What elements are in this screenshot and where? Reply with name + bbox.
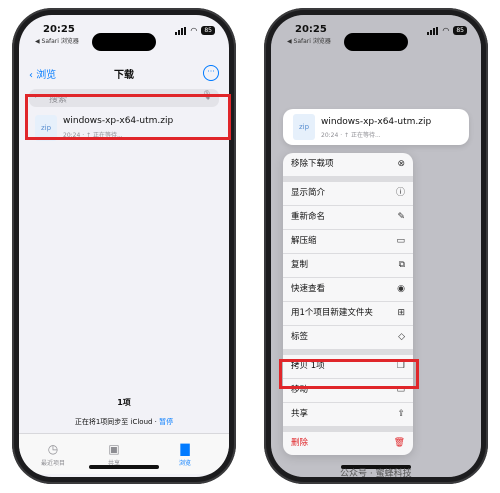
dynamic-island bbox=[92, 33, 156, 51]
signal-icon bbox=[175, 26, 187, 35]
tab-recents-label: 最近项目 bbox=[40, 460, 65, 467]
nav-bar: ‹ 浏览 下载 ··· bbox=[19, 63, 229, 85]
menu-item-uncompress[interactable]: 解压缩 ▭ bbox=[283, 230, 413, 254]
menu-item-new-folder-with-item[interactable]: 用1个项目新建文件夹 ⊞ bbox=[283, 302, 413, 326]
move-highlight-box bbox=[279, 359, 419, 389]
tab-shared[interactable]: ▣ 共享 bbox=[84, 442, 144, 467]
menu-label: 共享 bbox=[291, 409, 309, 419]
tab-recents[interactable]: ◷ 最近项目 bbox=[23, 442, 83, 467]
eye-icon: ◉ bbox=[397, 284, 405, 294]
menu-label: 重新命名 bbox=[291, 212, 326, 222]
signal-icon bbox=[427, 26, 439, 35]
dynamic-island bbox=[344, 33, 408, 51]
zip-file-icon: zip bbox=[293, 114, 315, 140]
wifi-icon: ◠ bbox=[190, 26, 198, 35]
info-icon: ⓘ bbox=[395, 188, 405, 198]
status-time: 20:25 bbox=[295, 24, 327, 35]
menu-label: 用1个项目新建文件夹 bbox=[291, 308, 373, 318]
battery-icon: 85 bbox=[453, 26, 467, 35]
trash-icon: 🗑 bbox=[393, 438, 405, 448]
menu-item-rename[interactable]: 重新命名 ✎ bbox=[283, 206, 413, 230]
item-count: 1项 bbox=[117, 398, 131, 407]
status-icons: ◠ 85 bbox=[427, 26, 467, 35]
share-icon: ⇪ bbox=[397, 409, 405, 419]
file-highlight-box bbox=[25, 94, 231, 140]
menu-item-quick-look[interactable]: 快速查看 ◉ bbox=[283, 278, 413, 302]
file-meta: 20:24 · ↑ 正在等待... bbox=[321, 132, 381, 139]
menu-label: 标签 bbox=[291, 332, 309, 342]
menu-label: 移除下载项 bbox=[291, 159, 334, 169]
menu-label: 删除 bbox=[291, 438, 309, 448]
pencil-icon: ✎ bbox=[397, 212, 405, 222]
page-title: 下载 bbox=[114, 70, 134, 81]
status-time: 20:25 bbox=[43, 24, 75, 35]
back-to-app-link[interactable]: ◀ Safari 浏览器 bbox=[35, 36, 79, 45]
focused-file-card: zip windows-xp-x64-utm.zip 20:24 · ↑ 正在等… bbox=[283, 109, 469, 145]
more-options-icon[interactable]: ··· bbox=[203, 65, 219, 81]
context-menu: 移除下载项 ⊗ 显示简介 ⓘ 重新命名 ✎ 解压缩 ▭ 复制 ⧉ 快速查看 ◉ … bbox=[283, 153, 413, 455]
folder-icon: ▇ bbox=[180, 442, 190, 456]
menu-label: 快速查看 bbox=[291, 284, 326, 294]
menu-item-tags[interactable]: 标签 ◇ bbox=[283, 326, 413, 350]
file-name: windows-xp-x64-utm.zip bbox=[321, 117, 432, 127]
tab-browse[interactable]: ▇ 浏览 bbox=[155, 442, 215, 467]
duplicate-icon: ⧉ bbox=[398, 260, 405, 270]
pause-sync-link[interactable]: 暂停 bbox=[159, 418, 173, 426]
menu-item-share[interactable]: 共享 ⇪ bbox=[283, 403, 413, 427]
tab-browse-label: 浏览 bbox=[178, 460, 191, 467]
watermark: 公众号 · 蜜蜂科技 bbox=[340, 469, 412, 479]
sync-text: 正在将1项同步至 iCloud · bbox=[74, 418, 160, 426]
menu-item-duplicate[interactable]: 复制 ⧉ bbox=[283, 254, 413, 278]
back-to-app-link[interactable]: ◀ Safari 浏览器 bbox=[287, 36, 331, 45]
right-phone: 20:25 ◀ Safari 浏览器 ◠ 85 zip windows-xp-x… bbox=[264, 8, 488, 484]
wifi-icon: ◠ bbox=[442, 26, 450, 35]
archive-icon: ▭ bbox=[396, 236, 405, 246]
left-phone: 20:25 ◀ Safari 浏览器 ◠ 85 ‹ 浏览 下载 ··· ⌕ 搜索… bbox=[12, 8, 236, 484]
menu-item-remove-download[interactable]: 移除下载项 ⊗ bbox=[283, 153, 413, 177]
clock-icon: ◷ bbox=[47, 442, 59, 456]
battery-icon: 85 bbox=[201, 26, 215, 35]
tag-icon: ◇ bbox=[398, 332, 405, 342]
home-indicator bbox=[89, 465, 159, 469]
menu-item-get-info[interactable]: 显示简介 ⓘ bbox=[283, 182, 413, 206]
sync-status: 正在将1项同步至 iCloud · 暂停 bbox=[19, 417, 229, 427]
context-menu-screen: 20:25 ◀ Safari 浏览器 ◠ 85 zip windows-xp-x… bbox=[271, 15, 481, 477]
status-icons: ◠ 85 bbox=[175, 26, 215, 35]
files-app-screen: 20:25 ◀ Safari 浏览器 ◠ 85 ‹ 浏览 下载 ··· ⌕ 搜索… bbox=[19, 15, 229, 477]
menu-label: 解压缩 bbox=[291, 236, 317, 246]
menu-label: 显示简介 bbox=[291, 188, 326, 198]
menu-item-delete[interactable]: 删除 🗑 bbox=[283, 432, 413, 455]
menu-label: 复制 bbox=[291, 260, 309, 270]
folder-plus-icon: ⊞ bbox=[397, 308, 405, 318]
remove-icon: ⊗ bbox=[397, 159, 405, 169]
shared-folder-icon: ▣ bbox=[108, 442, 120, 456]
